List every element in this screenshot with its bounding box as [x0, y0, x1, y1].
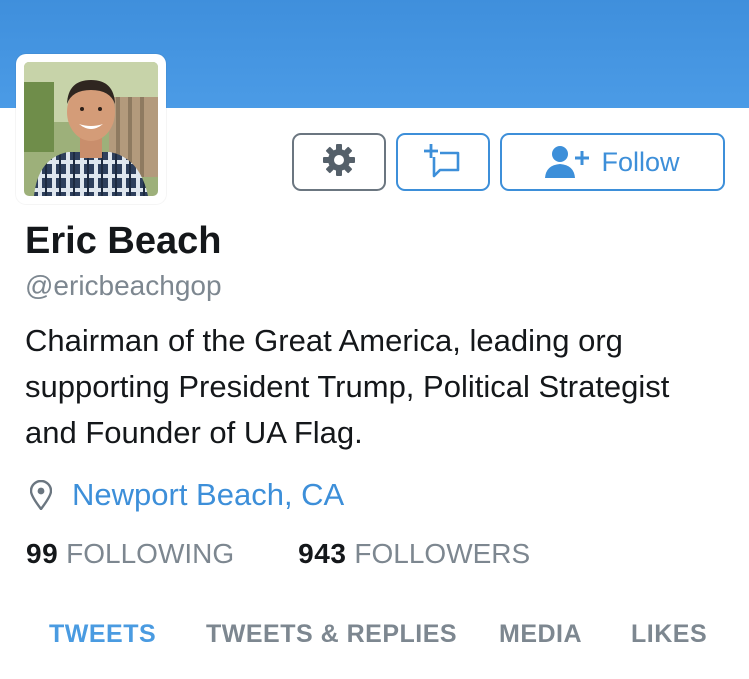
profile-stats: 99 FOLLOWING 943 FOLLOWERS — [26, 538, 530, 570]
message-button[interactable] — [396, 133, 490, 191]
tab-likes[interactable]: LIKES — [631, 620, 707, 649]
profile-name: Eric Beach — [25, 220, 222, 262]
profile-bio: Chairman of the Great America, leading o… — [25, 323, 670, 450]
compose-message-icon — [424, 142, 462, 183]
profile-tabs: TWEETS TWEETS & REPLIES MEDIA LIKES — [0, 620, 749, 664]
tab-tweets-replies[interactable]: TWEETS & REPLIES — [206, 620, 457, 649]
followers-label: FOLLOWERS — [354, 538, 531, 569]
following-stat[interactable]: 99 FOLLOWING — [26, 538, 234, 570]
avatar-photo — [24, 62, 158, 196]
following-label: FOLLOWING — [66, 538, 235, 569]
tab-tweets[interactable]: TWEETS — [49, 620, 156, 649]
follow-button[interactable]: Follow — [500, 133, 725, 191]
location-link[interactable]: Newport Beach, CA — [72, 477, 344, 513]
add-user-icon — [545, 145, 591, 179]
profile-location: Newport Beach, CA — [29, 477, 344, 513]
settings-button[interactable] — [292, 133, 386, 191]
tab-media[interactable]: MEDIA — [499, 620, 582, 649]
gear-icon — [321, 142, 357, 183]
followers-stat[interactable]: 943 FOLLOWERS — [298, 538, 530, 570]
following-count: 99 — [26, 538, 59, 569]
followers-count: 943 — [298, 538, 347, 569]
location-pin-icon — [29, 479, 53, 511]
profile-handle: @ericbeachgop — [25, 270, 222, 301]
follow-label: Follow — [601, 146, 680, 177]
avatar[interactable] — [16, 54, 166, 204]
